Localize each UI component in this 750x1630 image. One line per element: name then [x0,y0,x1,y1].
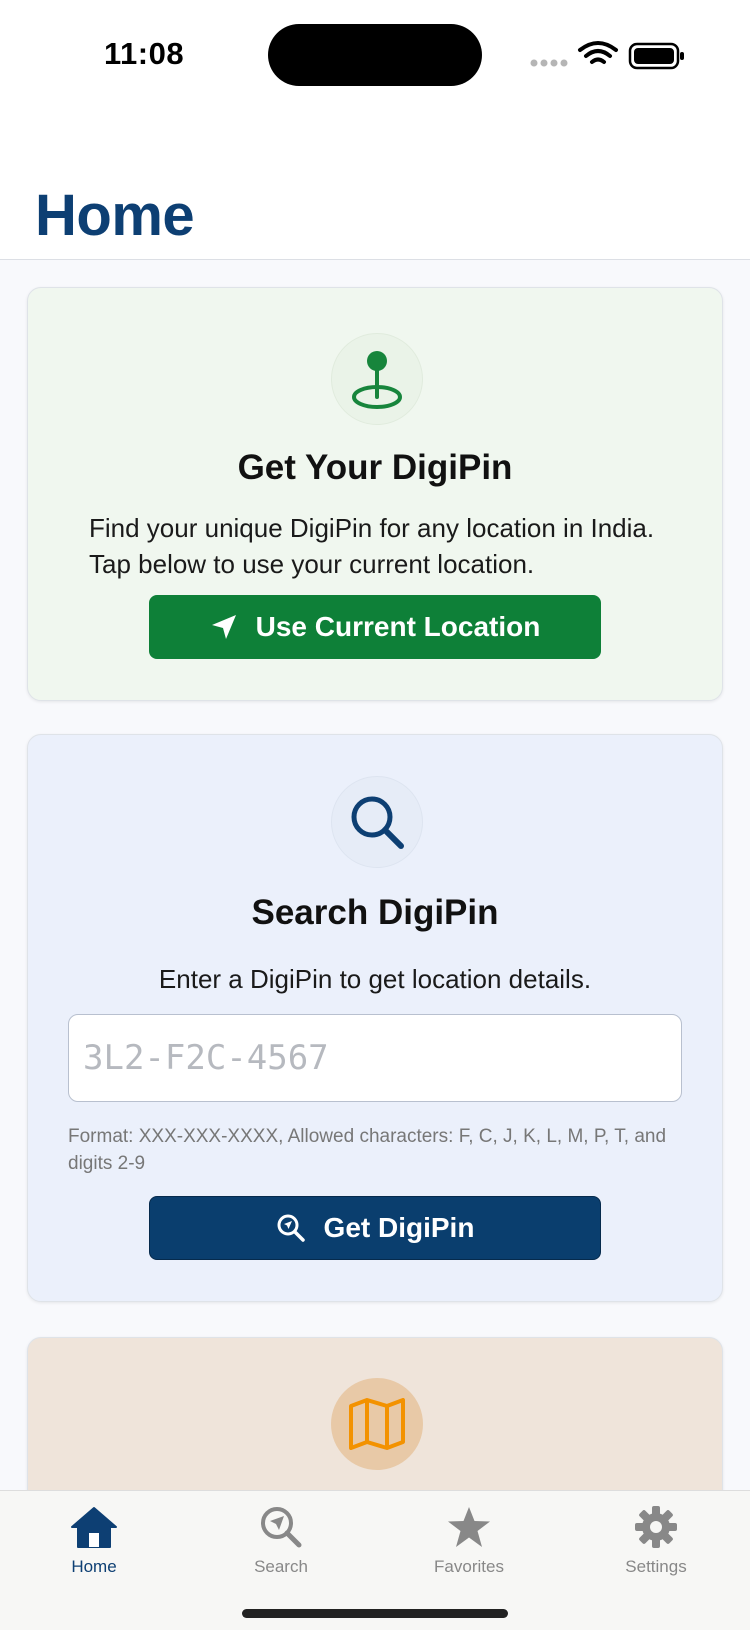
get-digipin-description: Find your unique DigiPin for any locatio… [89,513,655,579]
navigation-arrow-icon [211,615,236,639]
search-digipin-card: Search DigiPin Enter a DigiPin to get lo… [27,734,723,1302]
page-header: Home [0,110,750,260]
tab-settings[interactable]: Settings [562,1491,750,1591]
tab-settings-label: Settings [625,1557,687,1576]
status-time: 11:08 [104,36,185,71]
status-icons [530,40,686,72]
home-indicator [242,1609,508,1618]
magnifier-icon [331,776,423,868]
tab-favorites-label: Favorites [434,1557,504,1576]
wifi-icon [578,41,618,64]
tab-home-label: Home [71,1557,117,1576]
tab-search[interactable]: Search [187,1491,375,1591]
get-digipin-button[interactable]: Get DigiPin [149,1196,601,1260]
search-compass-icon [257,1503,305,1551]
map-icon [331,1378,423,1470]
get-digipin-label: Get DigiPin [323,1212,475,1243]
search-digipin-description: Enter a DigiPin to get location details. [158,964,592,994]
page-title: Home [35,183,195,248]
tab-search-label: Search [254,1557,308,1576]
status-bar: 11:08 [0,0,750,110]
tab-favorites[interactable]: Favorites [375,1491,563,1591]
location-pin-icon [331,333,423,425]
format-hint: Format: XXX-XXX-XXXX, Allowed characters… [68,1126,667,1174]
star-icon [445,1503,493,1551]
home-icon [70,1503,118,1551]
dynamic-island [268,24,482,86]
search-location-icon [277,1214,305,1242]
search-digipin-title: Search DigiPin [251,893,499,932]
tab-home[interactable]: Home [0,1491,188,1591]
digipin-input[interactable] [68,1014,682,1102]
use-current-location-button[interactable]: Use Current Location [149,595,601,659]
gear-icon [632,1503,680,1551]
get-digipin-card: Get Your DigiPin Find your unique DigiPi… [27,287,723,701]
get-digipin-title: Get Your DigiPin [237,448,513,487]
cellular-signal-icon [530,59,568,67]
battery-icon [628,42,684,70]
use-current-location-label: Use Current Location [255,611,541,642]
